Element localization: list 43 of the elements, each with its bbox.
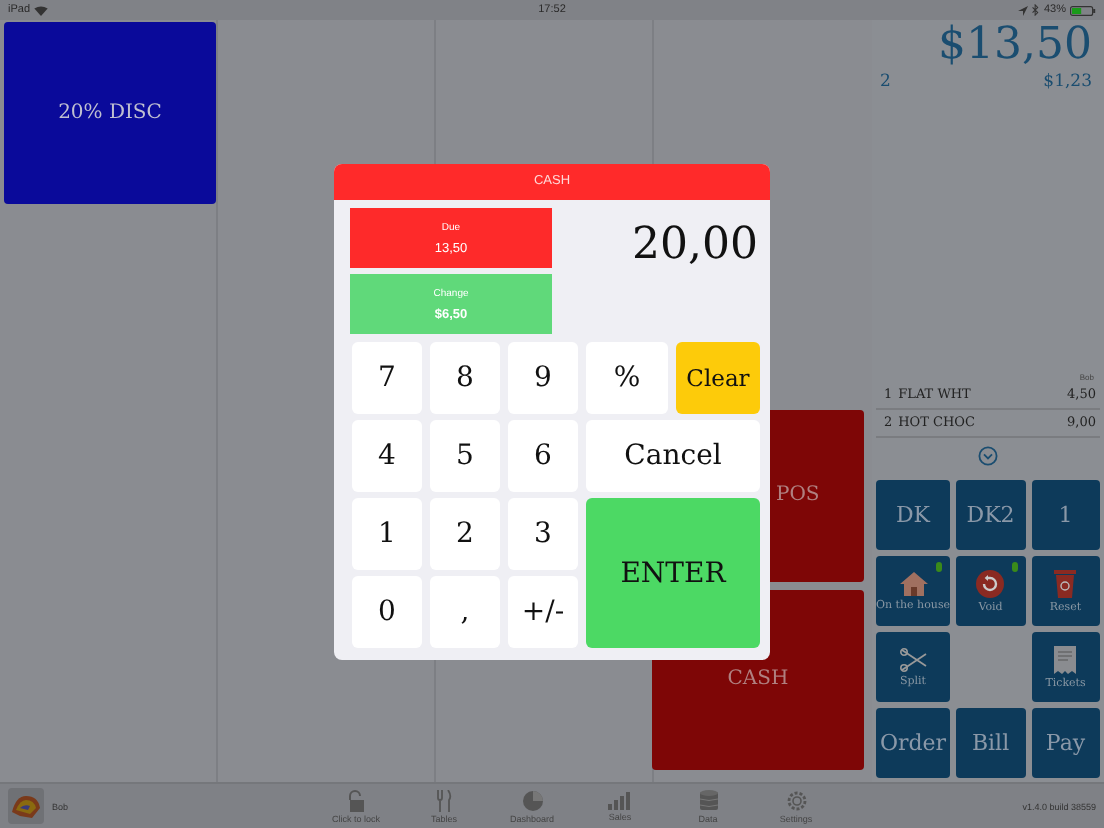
undo-icon xyxy=(976,569,1005,597)
receipt-icon xyxy=(1054,645,1077,673)
fork-knife-icon xyxy=(436,789,452,811)
amount-display: 20,00 xyxy=(630,218,758,274)
keypad-key[interactable]: 0 xyxy=(352,576,422,648)
wifi-icon xyxy=(34,5,49,15)
item-count: 2 xyxy=(880,72,891,92)
house-icon xyxy=(897,570,930,596)
keypad-key[interactable]: Clear xyxy=(676,342,760,414)
tax-amount: $1,23 xyxy=(1043,72,1092,92)
scissors-icon xyxy=(899,647,928,671)
keypad-key[interactable]: ENTER xyxy=(586,498,760,648)
lock-icon xyxy=(346,789,366,811)
battery-icon xyxy=(1069,5,1096,15)
keypad-key[interactable]: 5 xyxy=(430,420,500,492)
keypad-key[interactable]: 8 xyxy=(430,342,500,414)
keypad-key[interactable]: 4 xyxy=(352,420,422,492)
location-icon xyxy=(1017,5,1028,15)
keypad-key[interactable]: 1 xyxy=(352,498,422,570)
keypad-key[interactable]: 3 xyxy=(508,498,578,570)
keypad-key[interactable]: +/- xyxy=(508,576,578,648)
action-button[interactable]: Bill xyxy=(956,708,1026,778)
keypad-key[interactable]: % xyxy=(586,342,668,414)
action-button[interactable]: DK2 xyxy=(956,480,1026,550)
action-button[interactable]: Pay xyxy=(1031,708,1100,778)
product-tile[interactable]: 20% DISC xyxy=(4,22,216,203)
settings-icon xyxy=(785,789,807,811)
keypad-key[interactable]: 9 xyxy=(508,342,578,414)
keypad-key[interactable]: Cancel xyxy=(586,420,760,492)
chevron-down-icon[interactable] xyxy=(978,446,998,466)
action-button[interactable]: Order xyxy=(876,708,951,778)
order-total: $13,50 xyxy=(936,20,1094,72)
keypad-key[interactable]: 2 xyxy=(430,498,500,570)
trash-icon xyxy=(1054,569,1077,597)
pie-chart-icon xyxy=(521,789,543,811)
bar-chart-icon xyxy=(608,789,632,809)
keypad-key[interactable]: , xyxy=(430,576,500,648)
keypad-key[interactable]: 6 xyxy=(508,420,578,492)
action-button[interactable]: 1 xyxy=(1031,480,1100,550)
action-button[interactable]: DK xyxy=(876,480,951,550)
database-icon xyxy=(699,789,717,811)
keypad-key[interactable]: 7 xyxy=(352,342,422,414)
bluetooth-icon xyxy=(1031,4,1040,16)
